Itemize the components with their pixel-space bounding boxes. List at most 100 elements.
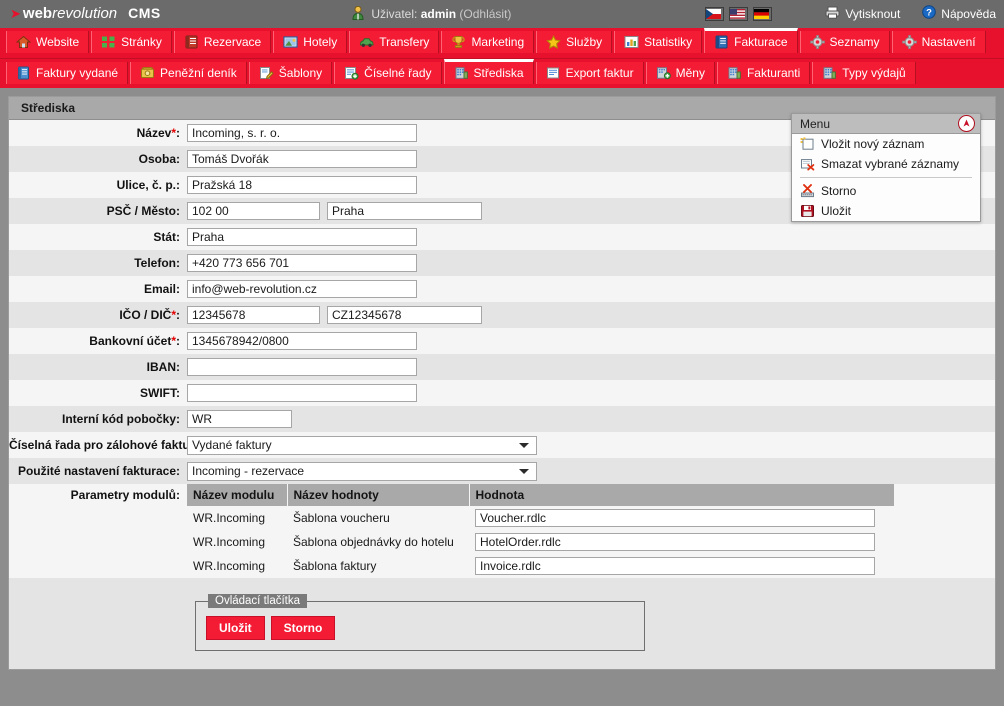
table-header-2: Název hodnoty <box>287 484 470 506</box>
subtab-pen-n-den-k[interactable]: Peněžní deník <box>130 62 247 84</box>
tab-label: Číselné řady <box>364 66 432 80</box>
subtab-faktury-vydan[interactable]: Faktury vydané <box>6 62 129 84</box>
tab-str-nky[interactable]: Stránky <box>91 31 172 53</box>
label-osoba: Osoba: <box>138 152 180 166</box>
table-row: WR.Incoming Šablona voucheru <box>187 506 894 530</box>
input-param-value-1[interactable] <box>475 509 875 527</box>
building-icon <box>822 66 837 80</box>
label-nazev: Název*: <box>136 126 180 140</box>
table-row: WR.Incoming Šablona faktury <box>187 554 894 578</box>
input-ico-dic-2[interactable] <box>327 306 482 324</box>
input-psc-mesto-1[interactable] <box>187 202 320 220</box>
table-row: WR.Incoming Šablona objednávky do hotelu <box>187 530 894 554</box>
brand-revolution: revolution <box>52 5 118 22</box>
tab-slu-by[interactable]: Služby <box>536 31 613 53</box>
input-param-value-3[interactable] <box>475 557 875 575</box>
tab-seznamy[interactable]: Seznamy <box>799 31 890 53</box>
subtab-export-faktur[interactable]: Export faktur <box>535 62 644 84</box>
tab-label: Měny <box>675 66 705 80</box>
input-bankovni-ucet[interactable] <box>187 332 417 350</box>
save-button[interactable]: Uložit <box>206 616 265 640</box>
tab-label: Služby <box>566 35 603 49</box>
top-bar: ➤ webrevolution CMS Uživatel: admin (Odhlá… <box>0 0 1004 28</box>
language-flags <box>705 7 772 21</box>
print-button[interactable]: Vytisknout <box>825 6 900 22</box>
input-iban[interactable] <box>187 358 417 376</box>
subtab-seln-ady[interactable]: Číselné řady <box>334 62 442 84</box>
secondary-navigation: Faktury vydané Peněžní deník Šablony Číseln… <box>0 58 1004 88</box>
subtab-ablony[interactable]: Šablony <box>248 62 333 84</box>
input-param-value-2[interactable] <box>475 533 875 551</box>
chevron-down-icon <box>519 468 529 474</box>
flag-de-icon[interactable] <box>753 7 772 21</box>
form-row-ico-dic: IČO / DIČ*: <box>9 302 995 328</box>
subtab-st-ediska[interactable]: Střediska <box>443 59 534 84</box>
tab-label: Nastavení <box>921 35 976 49</box>
brand-logo: ➤ webrevolution CMS <box>10 5 161 22</box>
input-ulice[interactable] <box>187 176 417 194</box>
hotel-icon <box>283 35 298 49</box>
tab-statistiky[interactable]: Statistiky <box>614 31 703 53</box>
input-email[interactable] <box>187 280 417 298</box>
input-stat[interactable] <box>187 228 417 246</box>
input-osoba[interactable] <box>187 150 417 168</box>
flag-cz-icon[interactable] <box>705 7 724 21</box>
input-nazev[interactable] <box>187 124 417 142</box>
tab-label: Statistiky <box>644 35 693 49</box>
tab-marketing[interactable]: Marketing <box>441 31 535 53</box>
subtab-fakturanti[interactable]: Fakturanti <box>716 62 811 84</box>
building-icon <box>727 66 742 80</box>
menu-item-smazat-vybran-z-znamy[interactable]: Smazat vybrané záznamy <box>792 154 980 174</box>
help-label: Nápověda <box>941 6 996 21</box>
subtab-m-ny[interactable]: Měny <box>645 62 715 84</box>
cell-value <box>469 554 894 578</box>
required-marker: * <box>171 126 176 140</box>
top-right-actions: Vytisknout ? Nápověda <box>825 5 996 22</box>
menu-item-vlo-it-nov-z-znam[interactable]: Vložit nový záznam <box>792 134 980 154</box>
select-ciselna-rada[interactable]: Vydané faktury <box>187 435 537 455</box>
menu-item-ulo-it[interactable]: Uložit <box>792 201 980 221</box>
tab-label: Střediska <box>473 66 524 80</box>
input-swift[interactable] <box>187 384 417 402</box>
logout-link[interactable]: (Odhlásit) <box>459 7 511 21</box>
input-psc-mesto-2[interactable] <box>327 202 482 220</box>
required-marker: * <box>171 334 176 348</box>
primary-navigation: Website Stránky Rezervace Hotely Transfery Ma… <box>0 28 1004 58</box>
tab-fakturace[interactable]: Fakturace <box>704 28 798 53</box>
params-section: Parametry modulů: Název modulu Název hodno… <box>9 484 995 578</box>
edit-icon <box>259 66 274 80</box>
input-telefon[interactable] <box>187 254 417 272</box>
tab-hotely[interactable]: Hotely <box>273 31 348 53</box>
menu-item-label: Vložit nový záznam <box>821 137 925 151</box>
delete-record-icon <box>800 157 815 171</box>
building-icon <box>454 66 469 80</box>
tab-label: Export faktur <box>565 66 634 80</box>
menu-item-label: Storno <box>821 184 857 198</box>
input-interni-kod[interactable] <box>187 410 292 428</box>
table-header-3: Hodnota <box>469 484 895 506</box>
tab-website[interactable]: Website <box>6 31 90 53</box>
star-icon <box>546 35 561 49</box>
tab-nastaven[interactable]: Nastavení <box>891 31 986 53</box>
menu-item-storno[interactable]: Storno <box>792 181 980 201</box>
input-ico-dic-1[interactable] <box>187 306 320 324</box>
label-stat: Stát: <box>153 230 180 244</box>
cancel-button[interactable]: Storno <box>270 616 336 640</box>
flag-us-icon[interactable] <box>729 7 748 21</box>
cell-name: Šablona voucheru <box>293 511 390 525</box>
tab-rezervace[interactable]: Rezervace <box>173 31 272 53</box>
new-record-icon <box>800 137 815 151</box>
select-nastaveni-fakturace[interactable]: Incoming - rezervace <box>187 461 537 481</box>
export-icon <box>546 66 561 80</box>
form-row-telefon: Telefon: <box>9 250 995 276</box>
invoice-book-icon <box>714 35 729 49</box>
help-button[interactable]: ? Nápověda <box>922 5 996 22</box>
close-icon[interactable] <box>958 115 975 132</box>
form-row-ciselna-rada: Číselná řada pro zálohové faktury: Vydané… <box>9 432 995 458</box>
cell-module: WR.Incoming <box>193 559 266 573</box>
tab-label: Hotely <box>303 35 338 49</box>
tab-transfery[interactable]: Transfery <box>349 31 440 53</box>
subtab-typy-v-daj[interactable]: Typy výdajů <box>812 62 916 84</box>
context-menu-header: Menu <box>792 114 980 134</box>
menu-item-label: Uložit <box>821 204 852 218</box>
